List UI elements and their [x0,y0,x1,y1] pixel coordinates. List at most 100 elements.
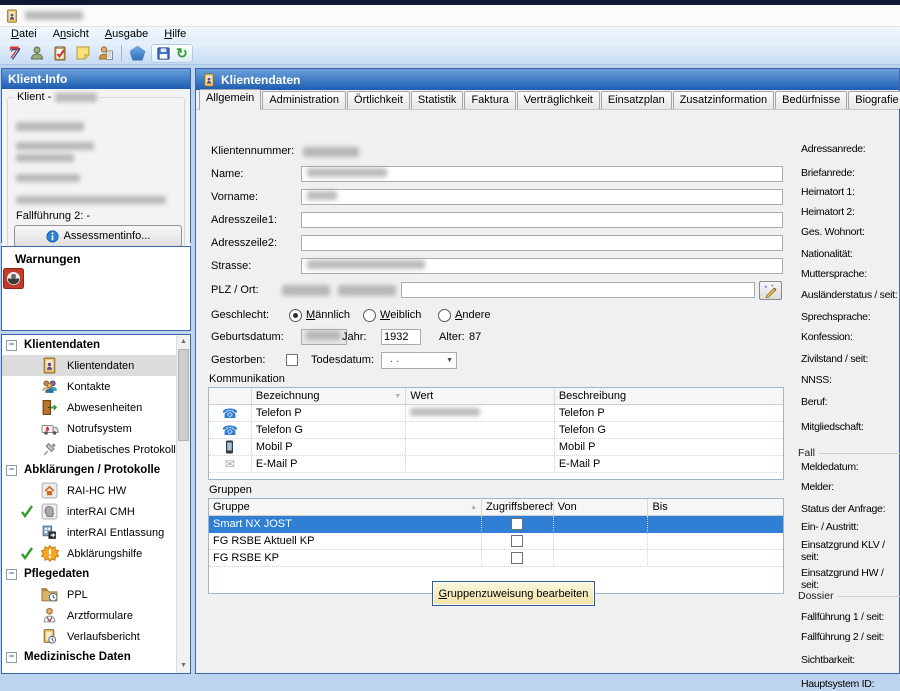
tree-item-verlaufsbericht[interactable]: Verlaufsbericht [2,626,177,647]
gruppe-column-header[interactable]: Gruppe▲ [209,499,482,515]
briefanrede-label: Briefanrede: [801,168,900,180]
application-window: Datei Ansicht Ausgabe Hilfe 7 ↻ Klient-I… [0,0,900,674]
tree-item-ppl[interactable]: PPL [2,584,177,605]
zugriff-checkbox[interactable] [511,552,523,564]
chevron-down-icon: ▼ [446,357,453,364]
warning-icon[interactable] [3,268,24,292]
titlebar [0,5,900,27]
von-column-header[interactable]: Von [554,499,649,515]
kommunikation-table: Bezeichnung▼ Wert Beschreibung ☎ Telefon… [208,387,784,480]
redacted-ort [338,285,396,296]
refresh-icon[interactable]: ↻ [176,46,188,60]
bis-column-header[interactable]: Bis [648,499,783,515]
tree-group-label: Medizinische Daten [24,651,131,663]
zugriff-column-header[interactable]: Zugriffsberecht... [482,499,554,515]
wert-column-header[interactable]: Wert [406,388,554,404]
tree-item-arztformulare[interactable]: Arztformulare [2,605,177,626]
radio-andere[interactable] [438,309,451,325]
radio-icon [438,309,451,322]
scroll-up-icon[interactable]: ▲ [177,335,190,349]
radio-maennlich[interactable] [289,309,302,325]
scrollbar-thumb[interactable] [178,349,189,441]
gruppenzuweisung-bearbeiten-button[interactable]: Gruppenzuweisung bearbeiten [432,581,595,606]
tree-item-abklaerungshilfe[interactable]: Abklärungshilfe [2,543,177,564]
tree-item-interrai-cmh[interactable]: interRAI CMH [2,501,177,522]
name-input[interactable] [301,166,783,182]
geburtsdatum-input[interactable] [301,329,347,345]
jahr-input[interactable]: 1932 [381,329,421,345]
todesdatum-combo[interactable]: . . ▼ [381,352,457,369]
vorname-input[interactable] [301,189,783,205]
tasks-clipboard-icon[interactable] [50,44,69,63]
sort-asc-icon[interactable]: ▲ [470,504,477,511]
pentagon-icon[interactable] [128,44,147,63]
tree-item-kontakte[interactable]: Kontakte [2,376,177,397]
filter-arrow-icon[interactable]: ▼ [394,393,401,400]
alter-label: Alter: [439,331,465,343]
tree-item-abwesenheiten[interactable]: Abwesenheiten [2,397,177,418]
tree-item-label: RAI-HC HW [67,485,126,497]
gestorben-checkbox[interactable] [286,354,298,366]
table-row[interactable]: ☎ Telefon P Telefon P [209,405,783,422]
zugriff-checkbox[interactable] [511,518,523,530]
tree-item-notrufsystem[interactable]: Notrufsystem [2,418,177,439]
svg-text:✦: ✦ [764,285,768,290]
tree-scrollbar[interactable]: ▲ ▼ [176,335,190,673]
table-row[interactable]: ☎ Telefon G Telefon G [209,422,783,439]
menu-datei[interactable]: Datei [3,27,45,42]
assessmentinfo-button[interactable]: Assessmentinfo... [14,225,182,247]
icon-column-header[interactable] [209,388,252,404]
tree-group-abklaerungen[interactable]: − Abklärungen / Protokolle [2,460,177,480]
warnungen-panel: Warnungen [1,246,191,331]
tab-allgemein[interactable]: Allgemein [199,89,261,110]
table-row-selected[interactable]: Smart NX JOST [209,516,783,533]
note-icon[interactable] [73,44,92,63]
tree-item-klientendaten[interactable]: Klientendaten [2,355,177,376]
svg-text:✦: ✦ [771,284,775,288]
tab-statistik[interactable]: Statistik [411,91,464,109]
klient-info-title: Klient-Info [8,72,67,86]
tab-zusatzinformation[interactable]: Zusatzinformation [673,91,774,109]
collapse-icon[interactable]: − [6,340,17,351]
tree-group-klientendaten[interactable]: − Klientendaten [2,335,177,355]
tree-group-medizinische-daten[interactable]: − Medizinische Daten [2,647,177,667]
strasse-input[interactable] [301,258,783,274]
collapse-icon[interactable]: − [6,465,17,476]
menu-hilfe[interactable]: Hilfe [156,27,194,42]
tab-faktura[interactable]: Faktura [464,91,515,109]
table-row[interactable]: FG RSBE KP [209,550,783,567]
client-person-icon[interactable] [27,44,46,63]
scroll-down-icon[interactable]: ▼ [177,659,190,673]
tree-item-label: PPL [67,589,88,601]
tab-beduerfnisse[interactable]: Bedürfnisse [775,91,847,109]
table-row[interactable]: FG RSBE Aktuell KP [209,533,783,550]
menu-ansicht[interactable]: Ansicht [45,27,97,42]
tree-item-diabetisches-protokoll[interactable]: Diabetisches Protokoll [2,439,177,460]
radio-weiblich[interactable] [363,309,376,325]
tree-item-interrai-entlassung[interactable]: interRAI Entlassung [2,522,177,543]
edit-plz-button[interactable]: ✦✦ [759,281,782,300]
collapse-icon[interactable]: − [6,569,17,580]
ort-zusatz-input[interactable] [401,282,755,298]
tree-group-pflegedaten[interactable]: − Pflegedaten [2,564,177,584]
logo-7-icon[interactable]: 7 [4,44,23,63]
adresszeile1-input[interactable] [301,212,783,228]
tab-biografie[interactable]: Biografie [848,91,900,109]
bezeichnung-column-header[interactable]: Bezeichnung▼ [252,388,406,404]
tab-administration[interactable]: Administration [262,91,346,109]
menu-ausgabe[interactable]: Ausgabe [97,27,156,42]
tree-item-rai-hc-hw[interactable]: RAI-HC HW [2,480,177,501]
collapse-icon[interactable]: − [6,652,17,663]
tab-einsatzplan[interactable]: Einsatzplan [601,91,672,109]
adresszeile2-input[interactable] [301,235,783,251]
table-row[interactable]: Mobil P Mobil P [209,439,783,456]
tree-item-label: Arztformulare [67,610,133,622]
tab-vertraeglichkeit[interactable]: Verträglichkeit [517,91,600,109]
beschreibung-column-header[interactable]: Beschreibung [555,388,783,404]
phone-icon: ☎ [222,423,238,438]
tab-oertlichkeit[interactable]: Örtlichkeit [347,91,410,109]
save-icon[interactable] [156,46,171,61]
zugriff-checkbox[interactable] [511,535,523,547]
report-person-document-icon[interactable] [96,44,115,63]
table-row[interactable]: ✉ E-Mail P E-Mail P [209,456,783,473]
